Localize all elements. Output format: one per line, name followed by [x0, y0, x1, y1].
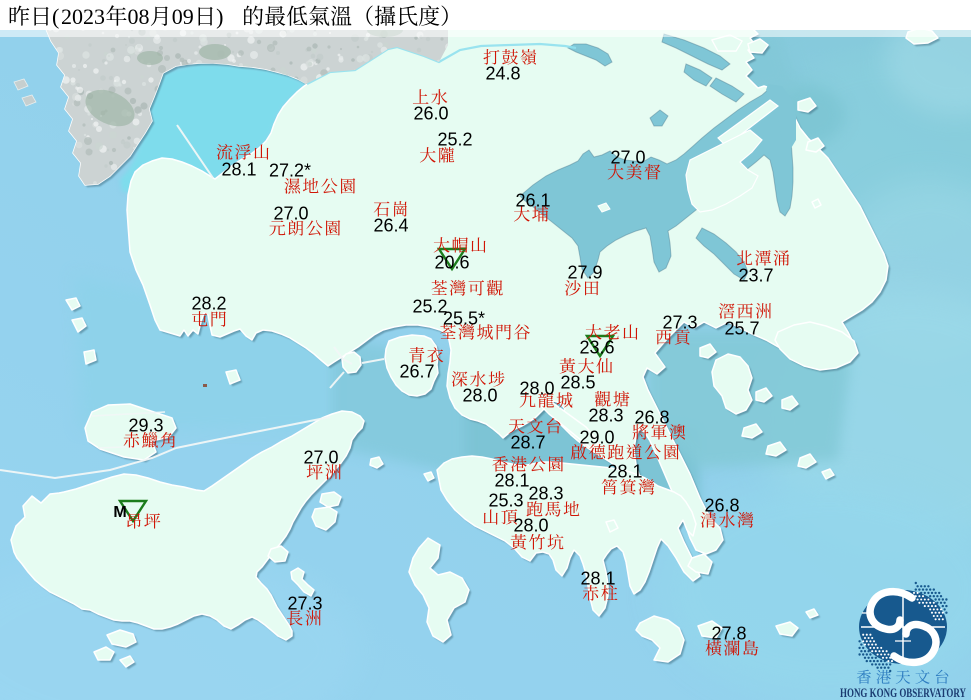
- svg-text:27.3: 27.3: [287, 593, 322, 613]
- svg-text:28.3: 28.3: [528, 483, 563, 503]
- svg-text:27.0: 27.0: [610, 147, 645, 167]
- svg-text:2023: 2023: [61, 4, 105, 29]
- svg-text:24.8: 24.8: [485, 63, 520, 83]
- svg-text:): ): [216, 4, 223, 29]
- svg-text:09: 09: [172, 4, 194, 29]
- svg-text:27.0: 27.0: [273, 203, 308, 223]
- svg-text:28.1: 28.1: [607, 461, 642, 481]
- svg-text:25.2: 25.2: [437, 129, 472, 149]
- svg-text:08: 08: [128, 4, 150, 29]
- svg-text:25.3: 25.3: [488, 490, 523, 510]
- svg-text:25.7: 25.7: [724, 318, 759, 338]
- svg-text:28.0: 28.0: [513, 515, 548, 535]
- svg-text:26.7: 26.7: [399, 361, 434, 381]
- svg-text:29.0: 29.0: [579, 427, 614, 447]
- svg-text:26.0: 26.0: [413, 103, 448, 123]
- svg-text:26.4: 26.4: [373, 215, 408, 235]
- svg-text:27.2*: 27.2*: [269, 160, 311, 180]
- svg-text:28.1: 28.1: [580, 568, 615, 588]
- svg-text:25.5*: 25.5*: [443, 308, 485, 328]
- svg-text:28.0: 28.0: [462, 385, 497, 405]
- svg-text:28.1: 28.1: [494, 470, 529, 490]
- svg-text:26.8: 26.8: [704, 495, 739, 515]
- svg-text:28.5: 28.5: [560, 372, 595, 392]
- svg-text:27.3: 27.3: [662, 312, 697, 332]
- svg-text:HONG KONG OBSERVATORY: HONG KONG OBSERVATORY: [840, 686, 966, 700]
- svg-text:26.1: 26.1: [515, 190, 550, 210]
- svg-text:(: (: [52, 4, 59, 29]
- svg-text:M: M: [113, 504, 126, 521]
- svg-text:28.1: 28.1: [221, 159, 256, 179]
- svg-text:23.7: 23.7: [738, 265, 773, 285]
- svg-text:20.6: 20.6: [434, 252, 469, 272]
- svg-text:28.7: 28.7: [510, 432, 545, 452]
- svg-text:29.3: 29.3: [128, 415, 163, 435]
- svg-text:28.0: 28.0: [519, 378, 554, 398]
- svg-text:27.9: 27.9: [567, 262, 602, 282]
- svg-text:28.3: 28.3: [588, 405, 623, 425]
- svg-text:27.0: 27.0: [303, 447, 338, 467]
- svg-text:23.6: 23.6: [579, 337, 614, 357]
- svg-text:26.8: 26.8: [634, 407, 669, 427]
- svg-text:27.8: 27.8: [711, 623, 746, 643]
- svg-text:28.2: 28.2: [191, 293, 226, 313]
